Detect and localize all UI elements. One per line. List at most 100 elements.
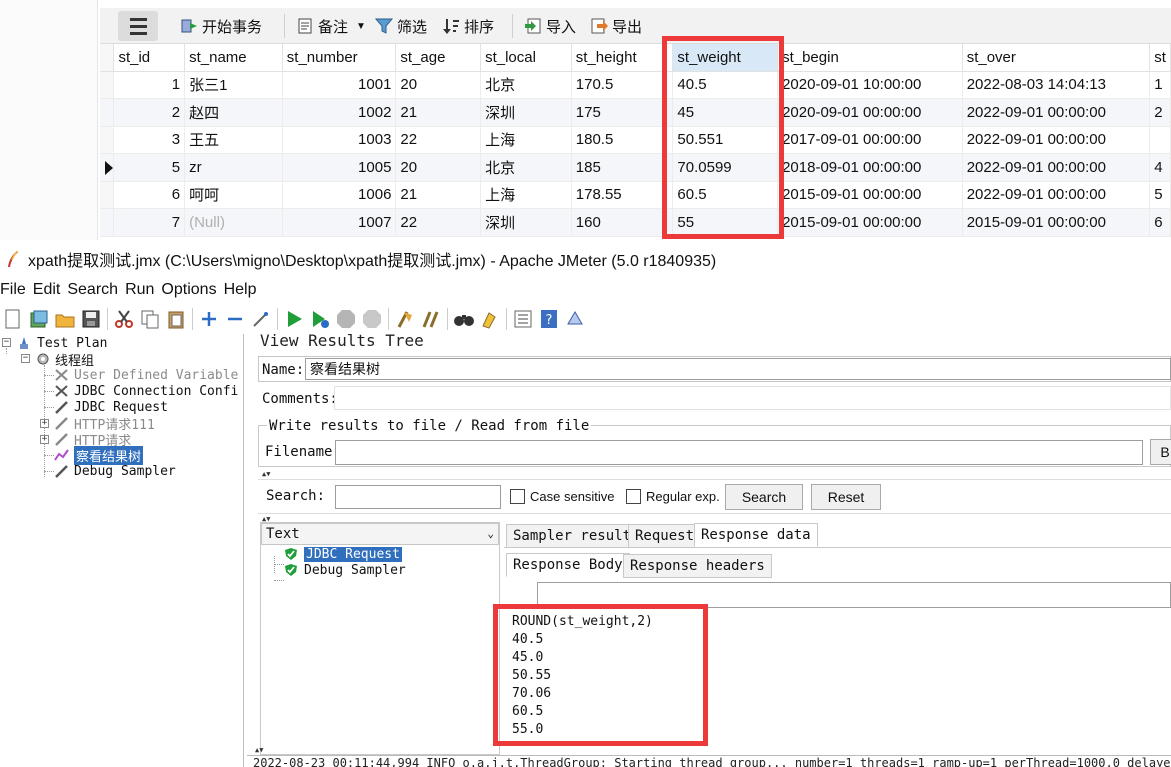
cell-st-age[interactable]: 20 [395,71,482,99]
cell-st-age[interactable]: 22 [395,126,482,154]
cell-extra[interactable]: 1 [1149,71,1171,99]
menu-search[interactable]: Search [67,281,118,299]
cell-st-over[interactable]: 2015-09-01 00:00:00 [962,208,1151,237]
cell-st-weight[interactable]: 60.5 [672,181,779,209]
stop-icon[interactable] [335,308,357,330]
cell-st-age[interactable]: 22 [395,208,482,237]
cell-st-begin[interactable]: 2015-09-01 00:00:00 [777,181,963,209]
cell-st-name[interactable]: zr [184,153,283,182]
cell-st-begin[interactable]: 2020-09-01 00:00:00 [777,98,963,127]
result-item-debug-sampler[interactable]: Debug Sampler [284,562,406,578]
row-indicator[interactable] [100,208,115,237]
cell-st-begin[interactable]: 2018-09-01 00:00:00 [777,153,963,182]
tab-response-data[interactable]: Response data [694,523,818,547]
cell-st-over[interactable]: 2022-08-03 14:04:13 [962,71,1151,99]
collapse-toggle[interactable]: − [2,338,11,347]
subtab-response-body[interactable]: Response Body [506,553,630,577]
cell-st-local[interactable]: 上海 [480,181,572,209]
splitter-arrows[interactable]: ▲▼ [255,747,263,754]
clear-all-icon[interactable] [420,308,442,330]
cell-st-name[interactable]: 呵呵 [184,181,283,209]
cell-extra[interactable]: 4 [1149,153,1171,182]
filter-button[interactable]: 筛选 [374,15,427,37]
search-binoculars-icon[interactable] [453,308,475,330]
subtab-response-headers[interactable]: Response headers [623,554,772,578]
menu-options[interactable]: Options [161,281,216,299]
expand-toggle[interactable]: + [40,419,49,428]
open-icon[interactable] [54,308,76,330]
menu-run[interactable]: Run [125,281,154,299]
tree-node-user-defined-variables[interactable]: User Defined Variable [54,367,238,383]
cell-st-id[interactable]: 2 [113,98,186,127]
column-header[interactable]: st_over [962,44,1151,72]
cell-st-height[interactable]: 180.5 [571,126,674,154]
filename-input[interactable] [335,440,1143,465]
row-indicator[interactable] [100,181,115,209]
cell-st-number[interactable]: 1006 [282,181,397,209]
table-row[interactable]: 1 张三1 1001 20 北京 170.5 40.5 2020-09-01 10:00:00… [100,71,1171,99]
menu-file[interactable]: File [0,281,26,299]
cell-st-name[interactable]: (Null) [184,208,283,237]
column-header[interactable]: st_name [184,44,283,72]
cell-st-id[interactable]: 5 [113,153,186,182]
cell-st-weight[interactable]: 45 [672,98,779,127]
cell-st-name[interactable]: 赵四 [184,98,283,127]
cell-st-number[interactable]: 1001 [282,71,397,99]
cell-st-number[interactable]: 1007 [282,208,397,237]
toggle-icon[interactable] [250,308,272,330]
collapse-toggle[interactable]: − [21,354,30,363]
search-input[interactable] [335,485,501,509]
cell-st-id[interactable]: 1 [113,71,186,99]
templates-icon[interactable] [28,308,50,330]
help-icon[interactable]: ? [538,308,560,330]
comments-input[interactable] [334,386,1171,410]
cell-extra[interactable]: 6 [1149,208,1171,237]
row-indicator[interactable] [100,153,115,182]
column-header[interactable]: st_age [395,44,482,72]
table-row[interactable]: 2 赵四 1002 21 深圳 175 45 2020-09-01 00:00:00 2022-… [100,98,1171,127]
cell-st-age[interactable]: 21 [395,181,482,209]
row-indicator[interactable] [100,71,115,99]
cell-st-name[interactable]: 张三1 [184,71,283,99]
cell-st-over[interactable]: 2022-09-01 00:00:00 [962,153,1151,182]
cell-extra[interactable] [1149,126,1171,154]
column-header[interactable]: st_id [113,44,186,72]
cell-st-id[interactable]: 6 [113,181,186,209]
cell-st-weight[interactable]: 70.0599 [672,153,779,182]
cell-st-height[interactable]: 178.55 [571,181,674,209]
cell-st-height[interactable]: 160 [571,208,674,237]
name-input[interactable]: 察看结果树 [305,358,1171,380]
cell-st-age[interactable]: 21 [395,98,482,127]
paste-icon[interactable] [165,308,187,330]
cell-st-weight[interactable]: 40.5 [672,71,779,99]
cell-st-over[interactable]: 2022-09-01 00:00:00 [962,181,1151,209]
cell-st-over[interactable]: 2022-09-01 00:00:00 [962,126,1151,154]
menu-help[interactable]: Help [224,281,257,299]
expand-all-icon[interactable] [198,308,220,330]
cell-st-local[interactable]: 深圳 [480,98,572,127]
tree-node-view-results-tree[interactable]: 察看结果树 [54,445,144,465]
menu-edit[interactable]: Edit [33,281,61,299]
export-button[interactable]: 导出 [590,15,642,37]
save-icon[interactable] [80,308,102,330]
cell-st-local[interactable]: 北京 [480,71,572,99]
cell-st-weight[interactable]: 55 [672,208,779,237]
cell-st-local[interactable]: 深圳 [480,208,572,237]
row-indicator[interactable] [100,126,115,154]
collapse-all-icon[interactable] [224,308,246,330]
begin-transaction-button[interactable]: 开始事务 [180,15,262,37]
copy-icon[interactable] [139,308,161,330]
table-row[interactable]: 6 呵呵 1006 21 上海 178.55 60.5 2015-09-01 00:00:00… [100,181,1171,209]
row-indicator[interactable] [100,98,115,127]
import-button[interactable]: 导入 [524,15,576,37]
cell-st-height[interactable]: 170.5 [571,71,674,99]
cell-st-begin[interactable]: 2017-09-01 00:00:00 [777,126,963,154]
cell-st-local[interactable]: 上海 [480,126,572,154]
cell-st-age[interactable]: 20 [395,153,482,182]
search-button[interactable]: Search [725,484,803,510]
column-header[interactable]: st_height [571,44,674,72]
function-helper-icon[interactable] [512,308,534,330]
cell-st-begin[interactable]: 2020-09-01 10:00:00 [777,71,963,99]
cell-st-number[interactable]: 1002 [282,98,397,127]
cell-st-number[interactable]: 1003 [282,126,397,154]
